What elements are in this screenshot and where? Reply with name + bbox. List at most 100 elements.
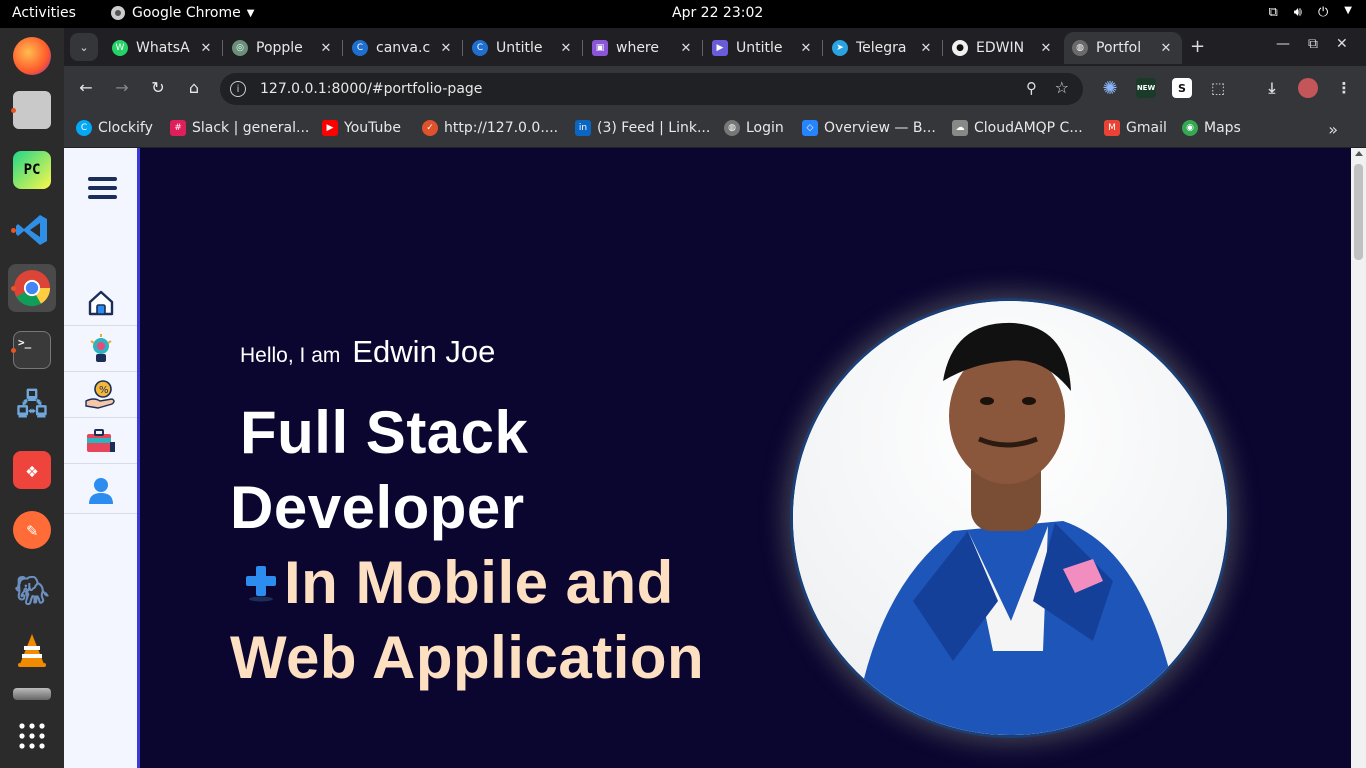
tab-title: where bbox=[616, 40, 659, 56]
home-button[interactable]: ⌂ bbox=[183, 78, 205, 97]
back-button[interactable]: ← bbox=[75, 78, 97, 97]
tab-title: WhatsA bbox=[136, 40, 190, 56]
chrome-icon bbox=[13, 269, 51, 307]
bookmark-maps[interactable]: ◉ Maps bbox=[1182, 120, 1241, 136]
bookmark-star-icon[interactable]: ☆ bbox=[1055, 78, 1069, 97]
bookmark-clockify[interactable]: C Clockify bbox=[76, 120, 153, 136]
close-tab-icon[interactable]: ✕ bbox=[1038, 41, 1054, 56]
bookmark-gmail[interactable]: M Gmail bbox=[1104, 120, 1167, 136]
extension-new-icon[interactable]: NEW bbox=[1136, 78, 1156, 98]
system-top-bar: Activities Google Chrome ▼ Apr 22 23:02 … bbox=[0, 0, 1366, 28]
more-bookmarks-icon[interactable]: » bbox=[1328, 120, 1338, 139]
tab-title: Untitle bbox=[496, 40, 543, 56]
nav-profile[interactable] bbox=[64, 468, 137, 514]
scrollbar-thumb[interactable] bbox=[1354, 164, 1363, 260]
bookmark-cloudamqp[interactable]: ☁ CloudAMQP C... bbox=[952, 120, 1083, 136]
bookmark-youtube[interactable]: ▶ YouTube bbox=[322, 120, 401, 136]
hamburger-menu-icon[interactable] bbox=[88, 177, 117, 204]
extensions-puzzle-icon[interactable]: ⬚ bbox=[1208, 78, 1228, 98]
app-menu[interactable]: Google Chrome ▼ bbox=[110, 5, 254, 21]
bookmark-bitbucket[interactable]: ◇ Overview — B... bbox=[802, 120, 936, 136]
dock-pycharm[interactable]: PC bbox=[8, 146, 56, 194]
close-tab-icon[interactable]: ✕ bbox=[438, 41, 454, 56]
show-applications-button[interactable] bbox=[8, 712, 56, 760]
clock[interactable]: Apr 22 23:02 bbox=[672, 5, 763, 21]
activities-button[interactable]: Activities bbox=[12, 5, 76, 21]
bookmark-label: CloudAMQP C... bbox=[974, 120, 1083, 136]
tab-untitled-video[interactable]: ▶ Untitle ✕ bbox=[704, 32, 822, 64]
nav-home[interactable] bbox=[64, 280, 137, 326]
maximize-button[interactable]: ⧉ bbox=[1308, 36, 1318, 52]
close-tab-icon[interactable]: ✕ bbox=[678, 41, 694, 56]
bookmark-login[interactable]: ◍ Login bbox=[724, 120, 784, 136]
clockify-icon: C bbox=[76, 120, 92, 136]
dock-anydesk[interactable]: ❖ bbox=[8, 446, 56, 494]
close-tab-icon[interactable]: ✕ bbox=[1158, 41, 1174, 56]
tab-divider bbox=[462, 40, 463, 56]
dock-pgadmin[interactable]: 🐘︎ bbox=[8, 566, 56, 614]
telegram-icon: ➤ bbox=[832, 40, 848, 56]
forward-button[interactable]: → bbox=[111, 78, 133, 97]
services-icon: % bbox=[84, 379, 115, 409]
extension-gear-icon[interactable]: ✺ bbox=[1100, 78, 1120, 99]
nav-skills[interactable] bbox=[64, 326, 137, 372]
dock-postman[interactable]: ✎ bbox=[8, 506, 56, 554]
calendar-icon: ▣ bbox=[592, 40, 608, 56]
bookmark-linkedin[interactable]: in (3) Feed | Link... bbox=[575, 120, 710, 136]
dock-vlc[interactable] bbox=[8, 626, 56, 674]
dock-firefox[interactable] bbox=[8, 32, 56, 80]
tab-popple[interactable]: ◎ Popple ✕ bbox=[224, 32, 342, 64]
close-tab-icon[interactable]: ✕ bbox=[198, 41, 214, 56]
bookmark-label: http://127.0.0.... bbox=[444, 120, 559, 136]
bookmark-label: Slack | general... bbox=[192, 120, 310, 136]
address-bar[interactable]: i 127.0.0.1:8000/#portfolio-page ⚲ ☆ bbox=[220, 73, 1083, 105]
tab-portfolio[interactable]: ◍ Portfol ✕ bbox=[1064, 32, 1182, 64]
tab-search-button[interactable]: ⌄ bbox=[70, 33, 98, 61]
site-info-icon[interactable]: i bbox=[230, 81, 246, 97]
extension-s-icon[interactable]: S bbox=[1172, 78, 1192, 98]
running-indicator bbox=[11, 108, 16, 113]
system-tray[interactable]: ⧉ 🔊︎ ⏻ ▼ bbox=[1269, 5, 1353, 20]
close-tab-icon[interactable]: ✕ bbox=[558, 41, 574, 56]
minimize-button[interactable]: — bbox=[1276, 36, 1290, 52]
scroll-up-arrow-icon[interactable] bbox=[1355, 151, 1363, 156]
cloudamqp-icon: ☁ bbox=[952, 120, 968, 136]
portfolio-page: % Hello, I am Edwin Joe Full Stack Devel… bbox=[64, 148, 1366, 768]
tab-where[interactable]: ▣ where ✕ bbox=[584, 32, 702, 64]
close-tab-icon[interactable]: ✕ bbox=[918, 41, 934, 56]
close-window-button[interactable]: ✕ bbox=[1336, 36, 1348, 52]
url-text[interactable]: 127.0.0.1:8000/#portfolio-page bbox=[260, 81, 482, 97]
tab-whatsapp[interactable]: W WhatsA ✕ bbox=[104, 32, 222, 64]
tab-telegram[interactable]: ➤ Telegra ✕ bbox=[824, 32, 942, 64]
caret-down-icon: ▼ bbox=[246, 7, 255, 19]
nav-services[interactable]: % bbox=[64, 372, 137, 418]
tab-untitled-canva[interactable]: C Untitle ✕ bbox=[464, 32, 582, 64]
bookmark-slack[interactable]: # Slack | general... bbox=[170, 120, 309, 136]
drive-icon bbox=[13, 688, 51, 700]
tab-title: Telegra bbox=[856, 40, 907, 56]
video-icon: ▶ bbox=[712, 40, 728, 56]
profile-avatar[interactable] bbox=[1298, 78, 1318, 98]
svg-text:%: % bbox=[99, 385, 109, 396]
tab-divider bbox=[222, 40, 223, 56]
page-scrollbar[interactable] bbox=[1351, 148, 1366, 768]
side-nav: % bbox=[64, 148, 140, 768]
reload-button[interactable]: ↻ bbox=[147, 78, 169, 97]
menu-kebab-icon[interactable]: ⋮ bbox=[1334, 78, 1354, 98]
tab-canva[interactable]: C canva.c ✕ bbox=[344, 32, 462, 64]
bookmark-localhost[interactable]: ✓ http://127.0.0.... bbox=[422, 120, 558, 136]
dock-remote-desktop[interactable]: 🖧 bbox=[8, 384, 56, 432]
dock-chrome[interactable] bbox=[8, 264, 56, 312]
tab-github[interactable]: ● EDWIN ✕ bbox=[944, 32, 1062, 64]
close-tab-icon[interactable]: ✕ bbox=[798, 41, 814, 56]
close-tab-icon[interactable]: ✕ bbox=[318, 41, 334, 56]
nav-portfolio[interactable] bbox=[64, 418, 137, 464]
dock-files[interactable] bbox=[8, 86, 56, 134]
dock-terminal[interactable]: >_ bbox=[8, 326, 56, 374]
zoom-icon[interactable]: ⚲ bbox=[1026, 79, 1037, 97]
new-tab-button[interactable]: + bbox=[1190, 36, 1205, 57]
downloads-icon[interactable]: ⤓ bbox=[1262, 78, 1282, 98]
maps-pin-icon: ◉ bbox=[1182, 120, 1198, 136]
remote-desktop-icon: 🖧 bbox=[16, 388, 48, 421]
dock-vscode[interactable] bbox=[8, 206, 56, 254]
